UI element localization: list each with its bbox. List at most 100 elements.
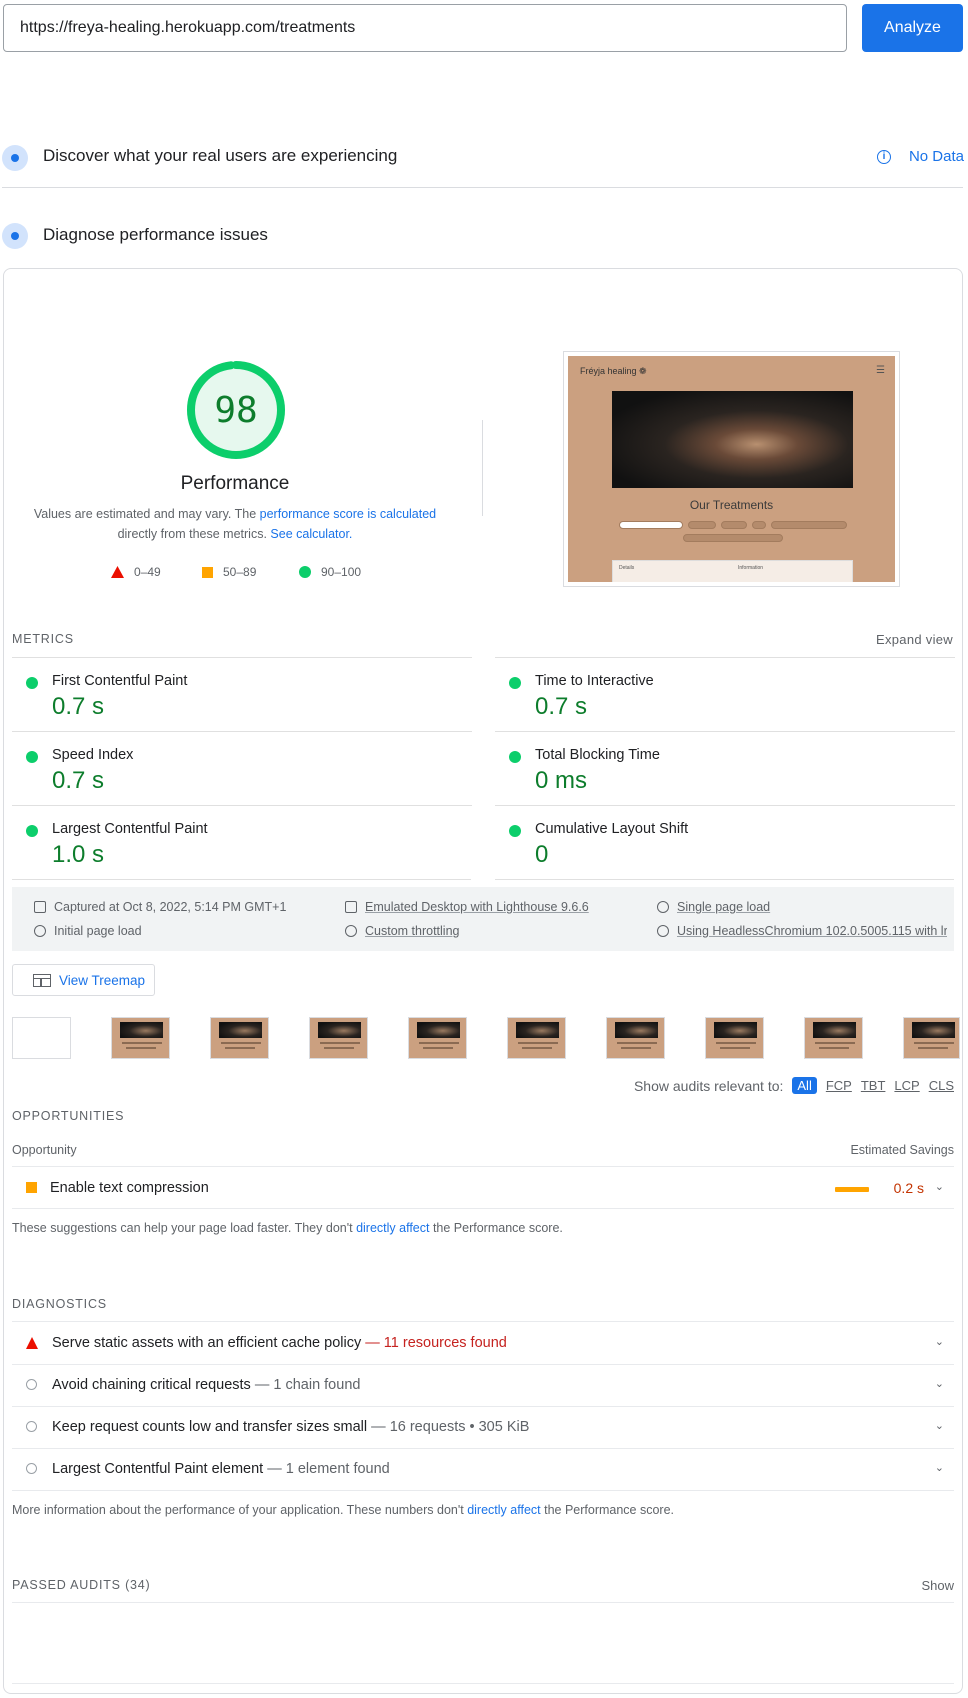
chevron-down-icon[interactable]: ⌄ xyxy=(935,1377,944,1390)
treemap-icon xyxy=(33,973,51,987)
opportunities-heading: OPPORTUNITIES xyxy=(12,1109,125,1123)
timer-icon xyxy=(34,925,46,937)
opportunities-note: These suggestions can help your page loa… xyxy=(12,1221,563,1235)
legend-fail: 0–49 xyxy=(111,565,161,579)
expand-view-toggle[interactable]: Expand view xyxy=(876,632,953,647)
preview-table: Details Information xyxy=(612,560,853,582)
preview-table-header: Details xyxy=(619,565,635,571)
filmstrip-frame xyxy=(507,1017,566,1059)
diagnostics-heading: DIAGNOSTICS xyxy=(12,1297,107,1311)
divider xyxy=(12,1208,954,1209)
divider xyxy=(495,879,954,880)
score-calc-link[interactable]: performance score is calculated xyxy=(260,507,436,521)
single-page-load[interactable]: Single page load xyxy=(657,900,770,914)
chevron-down-icon[interactable]: ⌄ xyxy=(935,1419,944,1432)
metric-fcp: First Contentful Paint 0.7 s xyxy=(12,657,472,731)
preview-hero-image xyxy=(612,391,853,488)
divider xyxy=(12,1602,954,1603)
audit-detail: — 11 resources found xyxy=(365,1335,507,1351)
legend-pass: 90–100 xyxy=(299,565,361,579)
preview-chip xyxy=(619,521,683,529)
browser-info[interactable]: Using HeadlessChromium 102.0.5005.115 wi… xyxy=(657,924,947,938)
metric-value: 0 ms xyxy=(535,767,588,794)
people-icon xyxy=(657,901,669,913)
metric-value: 0.7 s xyxy=(535,693,588,720)
metric-si: Speed Index 0.7 s xyxy=(12,731,472,805)
metric-name: First Contentful Paint xyxy=(52,673,188,689)
preview-chip xyxy=(683,534,783,542)
opportunity-column-header: Opportunity xyxy=(12,1143,77,1157)
audit-request-counts[interactable]: Keep request counts low and transfer siz… xyxy=(12,1406,954,1448)
audit-detail: — 1 chain found xyxy=(254,1377,361,1393)
chevron-down-icon[interactable]: ⌄ xyxy=(935,1461,944,1474)
filter-tbt[interactable]: TBT xyxy=(861,1078,886,1093)
preview-chip xyxy=(771,521,847,529)
filter-cls[interactable]: CLS xyxy=(929,1078,954,1093)
legend-average: 50–89 xyxy=(202,565,256,579)
passed-audits-heading[interactable]: PASSED AUDITS (34) xyxy=(12,1578,151,1592)
chevron-down-icon[interactable]: ⌄ xyxy=(935,1180,944,1193)
filmstrip-frame xyxy=(804,1017,863,1059)
performance-label: Performance xyxy=(180,473,290,494)
metric-name: Largest Contentful Paint xyxy=(52,821,208,837)
performance-score: 98 xyxy=(214,389,258,431)
metric-lcp: Largest Contentful Paint 1.0 s xyxy=(12,805,472,879)
passed-count: (34) xyxy=(125,1578,151,1592)
show-passed-toggle[interactable]: Show xyxy=(921,1578,954,1593)
calendar-icon xyxy=(34,901,46,913)
filmstrip-frame xyxy=(309,1017,368,1059)
preview-table-header: Information xyxy=(738,565,764,571)
audit-title: Keep request counts low and transfer siz… xyxy=(52,1419,368,1435)
audit-detail: — 1 element found xyxy=(267,1461,390,1477)
diagnostics-note: More information about the performance o… xyxy=(12,1503,675,1517)
filter-label: Show audits relevant to: xyxy=(633,1077,784,1094)
informative-icon xyxy=(26,1379,37,1390)
throttling[interactable]: Custom throttling xyxy=(345,924,459,938)
filter-lcp[interactable]: LCP xyxy=(894,1078,919,1093)
informative-icon xyxy=(26,1463,37,1474)
filmstrip-frame xyxy=(606,1017,665,1059)
filter-all[interactable]: All xyxy=(792,1077,817,1094)
fail-icon xyxy=(26,1337,38,1349)
audit-lcp-element[interactable]: Largest Contentful Paint element — 1 ele… xyxy=(12,1448,954,1490)
emulated-device[interactable]: Emulated Desktop with Lighthouse 9.6.6 xyxy=(345,900,589,914)
menu-icon: ☰ xyxy=(876,365,885,376)
metric-name: Time to Interactive xyxy=(535,673,654,689)
divider xyxy=(12,1490,954,1491)
divider xyxy=(482,420,483,516)
audit-critical-requests[interactable]: Avoid chaining critical requests — 1 cha… xyxy=(12,1364,954,1406)
pass-icon xyxy=(26,677,38,689)
runtime-settings: Captured at Oct 8, 2022, 5:14 PM GMT+1 I… xyxy=(12,887,954,951)
preview-chip xyxy=(752,521,766,529)
audit-cache-policy[interactable]: Serve static assets with an efficient ca… xyxy=(12,1322,954,1364)
audit-filter: Show audits relevant to: All FCP TBT LCP… xyxy=(634,1077,954,1094)
no-data-link[interactable]: i No Data xyxy=(876,148,964,165)
metrics-heading: METRICS xyxy=(12,632,74,646)
average-icon xyxy=(26,1182,37,1193)
lab-data-icon xyxy=(2,223,28,249)
audit-title: Serve static assets with an efficient ca… xyxy=(52,1335,362,1351)
info-icon: i xyxy=(876,149,891,164)
savings-bar xyxy=(835,1187,869,1192)
audit-title: Enable text compression xyxy=(50,1180,209,1196)
metric-value: 1.0 s xyxy=(52,841,105,868)
preview-heading: Our Treatments xyxy=(689,498,774,512)
analyze-button[interactable]: Analyze xyxy=(862,4,963,52)
final-screenshot[interactable]: Fréyja healing ❁ ☰ Our Treatments Detail… xyxy=(563,351,900,587)
see-calculator-link[interactable]: See calculator. xyxy=(270,527,352,541)
directly-affect-link[interactable]: directly affect xyxy=(467,1503,540,1517)
metric-tti: Time to Interactive 0.7 s xyxy=(495,657,955,731)
savings-column-header: Estimated Savings xyxy=(850,1143,954,1157)
metric-cls: Cumulative Layout Shift 0 xyxy=(495,805,955,879)
metric-tbt: Total Blocking Time 0 ms xyxy=(495,731,955,805)
filmstrip-frame xyxy=(210,1017,269,1059)
pass-icon xyxy=(509,677,521,689)
filmstrip-frame xyxy=(903,1017,960,1059)
audit-text-compression[interactable]: Enable text compression 0.2 s ⌄ xyxy=(12,1167,954,1209)
url-input[interactable] xyxy=(3,4,847,52)
directly-affect-link[interactable]: directly affect xyxy=(356,1221,429,1235)
filter-fcp[interactable]: FCP xyxy=(826,1078,852,1093)
chevron-down-icon[interactable]: ⌄ xyxy=(935,1335,944,1348)
view-treemap-button[interactable]: View Treemap xyxy=(12,964,155,996)
metric-value: 0.7 s xyxy=(52,767,105,794)
